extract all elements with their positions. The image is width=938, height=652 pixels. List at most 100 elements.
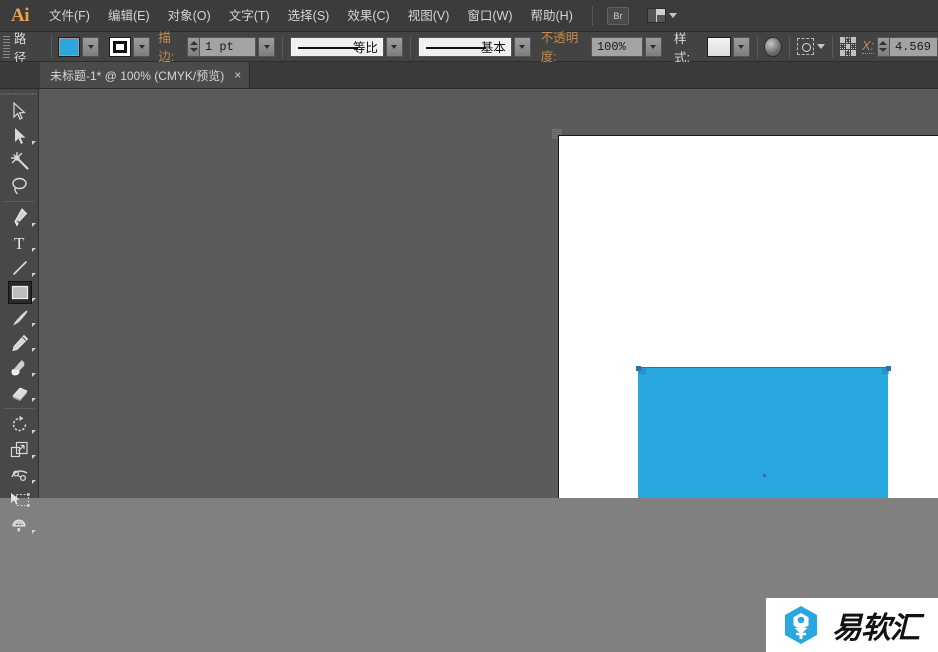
watermark: 易软汇 [766, 598, 938, 652]
tool-group-arrow-icon [32, 248, 36, 252]
tool-group-arrow-icon [32, 348, 36, 352]
tool-group-arrow-icon [32, 273, 36, 277]
tools-divider-2 [4, 408, 34, 409]
tool-group-arrow-icon [32, 223, 36, 227]
stroke-weight-label[interactable]: 描边: [158, 27, 184, 67]
tool-group-arrow-icon [32, 530, 36, 534]
stroke-swatch[interactable] [109, 36, 132, 57]
graphic-style-swatch[interactable] [706, 36, 731, 57]
brush-select[interactable]: 基本 [417, 36, 512, 57]
rectangle-tool[interactable] [0, 280, 39, 305]
menu-window[interactable]: 窗口(W) [458, 0, 521, 32]
opacity-dropdown-button[interactable] [644, 36, 662, 57]
close-icon[interactable]: × [234, 68, 241, 82]
menu-edit[interactable]: 编辑(E) [99, 0, 159, 32]
shape-center-point [763, 474, 766, 477]
fill-swatch[interactable] [58, 36, 81, 57]
align-options-icon[interactable] [839, 37, 857, 56]
x-coordinate-label: X: [862, 39, 874, 54]
menu-view[interactable]: 视图(V) [399, 0, 459, 32]
x-coordinate-input[interactable]: 4.569 [889, 36, 938, 57]
rectangle-shape[interactable] [638, 368, 888, 499]
transform-options-button[interactable] [796, 38, 825, 55]
pen-tool[interactable] [0, 205, 39, 230]
rectangle-selection-edge [638, 367, 889, 368]
stepper-up-icon[interactable] [189, 41, 198, 45]
variable-width-profile-control[interactable]: 等比 [289, 36, 403, 57]
bridge-icon[interactable]: Br [606, 6, 629, 25]
menu-type[interactable]: 文字(T) [220, 0, 279, 32]
width-profile-select[interactable]: 等比 [289, 36, 384, 57]
width-profile-dropdown-button[interactable] [385, 36, 403, 57]
tools-panel: T [0, 89, 39, 534]
stepper-down-icon[interactable] [189, 48, 198, 52]
opacity-control[interactable]: 100% [590, 36, 662, 57]
watermark-text: 易软汇 [832, 611, 920, 646]
bounding-box-handle-tr[interactable] [882, 367, 889, 374]
stroke-control[interactable] [109, 36, 151, 57]
graphic-style-dropdown-button[interactable] [732, 36, 750, 57]
transform-icon [796, 38, 814, 55]
document-tab[interactable]: 未标题-1* @ 100% (CMYK/预览) × [40, 62, 251, 88]
type-tool[interactable]: T [0, 230, 39, 255]
stepper-down-icon[interactable] [879, 48, 888, 52]
menu-file[interactable]: 文件(F) [40, 0, 99, 32]
opacity-mask-icon[interactable] [764, 36, 783, 57]
illustrator-window: Ai 文件(F) 编辑(E) 对象(O) 文字(T) 选择(S) 效果(C) 视… [0, 0, 938, 652]
chevron-down-icon [816, 44, 825, 49]
canvas-area[interactable] [39, 89, 938, 499]
tool-group-arrow-icon [32, 373, 36, 377]
eraser-tool[interactable] [0, 380, 39, 405]
document-tab-label: 未标题-1* @ 100% (CMYK/预览) [50, 68, 225, 83]
stroke-weight-stepper[interactable] [187, 36, 201, 57]
menubar-divider [591, 5, 593, 26]
width-tool[interactable] [0, 462, 39, 487]
brush-dropdown-button[interactable] [513, 36, 531, 57]
menu-select[interactable]: 选择(S) [279, 0, 339, 32]
tool-group-arrow-icon [32, 141, 36, 145]
tool-group-arrow-icon [32, 430, 36, 434]
cb-divider-3 [409, 35, 411, 58]
cb-divider-2 [282, 35, 283, 58]
lasso-tool[interactable] [0, 173, 39, 198]
brush-definition-control[interactable]: 基本 [417, 36, 531, 57]
graphic-style-control[interactable] [706, 36, 750, 57]
tools-divider-1 [4, 201, 34, 202]
stroke-dropdown-button[interactable] [133, 36, 151, 57]
chevron-down-icon [668, 13, 677, 18]
scale-tool[interactable] [0, 437, 39, 462]
stepper-up-icon[interactable] [879, 41, 888, 45]
fill-control[interactable] [58, 36, 100, 57]
x-coordinate-control[interactable]: 4.569 [876, 36, 938, 57]
bounding-box-handle-tl[interactable] [639, 367, 646, 374]
cb-divider-6 [831, 35, 833, 58]
tool-group-arrow-icon [32, 323, 36, 327]
control-bar: 路径 描边: 1 pt 等比 基本 不透明度: 100% 样式: X: 4.56… [0, 31, 938, 67]
paintbrush-tool[interactable] [0, 305, 39, 330]
blob-brush-tool[interactable] [0, 355, 39, 380]
line-segment-tool[interactable] [0, 255, 39, 280]
watermark-logo-icon [785, 606, 817, 644]
document-tab-bar: 未标题-1* @ 100% (CMYK/预览) × [0, 62, 938, 89]
tools-panel-grip[interactable] [0, 89, 38, 98]
cb-divider-4 [756, 35, 758, 58]
rotate-tool[interactable] [0, 412, 39, 437]
opacity-input[interactable]: 100% [590, 36, 643, 57]
fill-dropdown-button[interactable] [82, 36, 100, 57]
selection-tool[interactable] [0, 98, 39, 123]
direct-selection-tool[interactable] [0, 123, 39, 148]
x-stepper[interactable] [876, 36, 890, 57]
stroke-weight-input[interactable]: 1 pt [200, 36, 257, 57]
cb-divider-1 [50, 35, 52, 58]
stroke-weight-control[interactable]: 1 pt [187, 36, 276, 57]
control-bar-grip[interactable] [3, 35, 10, 58]
tool-group-arrow-icon [32, 455, 36, 459]
tool-group-arrow-icon [32, 298, 36, 302]
cb-divider-5 [789, 35, 790, 58]
magic-wand-tool[interactable] [0, 148, 39, 173]
opacity-label[interactable]: 不透明度: [540, 27, 587, 67]
pencil-tool[interactable] [0, 330, 39, 355]
arrange-documents-button[interactable] [646, 8, 677, 23]
menu-effect[interactable]: 效果(C) [338, 0, 398, 32]
stroke-weight-dropdown-button[interactable] [258, 36, 276, 57]
